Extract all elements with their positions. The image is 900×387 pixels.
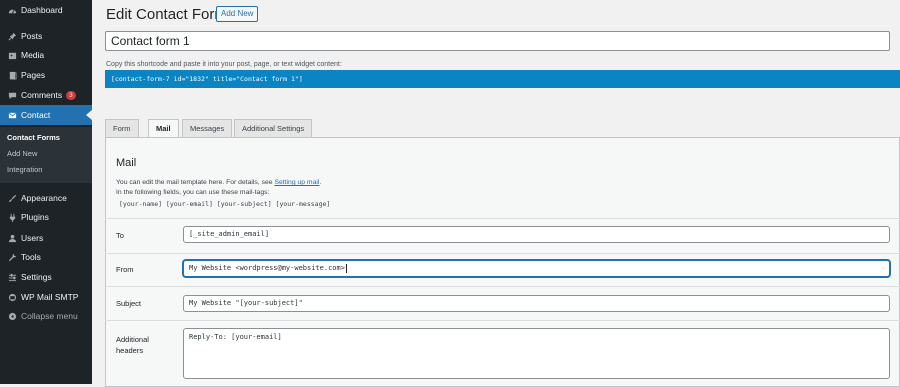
mail-tags-intro: In the following fields, you can use the… [116,189,270,196]
sidebar-collapse-menu[interactable]: Collapse menu [0,306,92,326]
settings-icon [4,273,20,282]
sidebar-item-label: Plugins [21,212,49,222]
collapse-icon [4,312,20,321]
user-icon [4,234,20,243]
sidebar-item-label: Appearance [21,193,67,203]
sidebar-item-label: WP Mail SMTP [21,292,79,302]
mail-description: You can edit the mail template here. For… [116,179,321,186]
mail-icon [4,111,20,120]
sidebar-item-plugins[interactable]: Plugins [0,207,92,227]
separator [105,253,900,254]
tab-mail[interactable]: Mail [148,119,179,138]
dashboard-icon [4,6,20,15]
setting-up-mail-link[interactable]: Setting up mail [274,179,319,186]
contact-submenu: Contact Forms Add New Integration [0,127,92,183]
mail-description-text: You can edit the mail template here. For… [116,179,275,186]
sidebar-item-label: Media [21,50,45,60]
comments-count-badge: 3 [66,90,76,100]
sidebar-item-dashboard[interactable]: Dashboard [0,0,92,20]
submenu-item-contact-forms[interactable]: Contact Forms [7,133,60,142]
to-label: To [116,231,124,240]
mail-tags-list: [your-name] [your-email] [your-subject] … [119,200,331,208]
additional-headers-label-line2: headers [116,346,144,355]
page-icon [4,71,20,80]
submenu-item-integration[interactable]: Integration [7,165,42,174]
sidebar-item-label: Posts [21,31,43,41]
sidebar-item-wp-mail-smtp[interactable]: WP Mail SMTP [0,287,92,307]
sidebar-item-media[interactable]: Media [0,45,92,65]
sidebar-item-label: Users [21,233,44,243]
to-field[interactable]: [_site_admin_email] [183,226,890,243]
sidebar-item-pages[interactable]: Pages [0,65,92,85]
tab-additional-settings[interactable]: Additional Settings [234,119,313,137]
separator [105,218,900,219]
sidebar-item-label: Settings [21,272,52,282]
pin-icon [4,32,20,41]
form-title-input[interactable]: Contact form 1 [105,31,890,51]
sidebar-item-label: Collapse menu [21,311,78,321]
tab-messages[interactable]: Messages [182,119,233,137]
tab-form[interactable]: Form [105,119,139,137]
brush-icon [4,194,20,203]
additional-headers-label-line1: Additional [116,335,149,344]
additional-headers-textarea[interactable]: Reply-To: [your-email] [183,328,890,379]
wrench-icon [4,253,20,262]
sidebar-item-label: Contact [21,110,51,120]
subject-field[interactable]: My Website "[your-subject]" [183,295,890,312]
submenu-item-add-new[interactable]: Add New [7,149,37,158]
sidebar-item-appearance[interactable]: Appearance [0,188,92,208]
shortcode-hint: Copy this shortcode and paste it into yo… [106,61,342,68]
media-icon [4,51,20,60]
subject-label: Subject [116,299,142,308]
from-field[interactable]: My Website <wordpress@my-website.com> [183,260,890,277]
plug-icon [4,213,20,222]
from-label: From [116,265,134,274]
separator [105,320,900,321]
comment-icon [4,91,20,100]
separator [105,286,900,287]
sidebar-item-label: Dashboard [21,5,63,15]
sidebar-item-label: Comments [21,90,63,100]
admin-sidebar: Dashboard Posts Media Pages Comments 3 C… [0,0,92,384]
shortcode-field[interactable]: [contact-form-7 id="1832" title="Contact… [105,70,900,88]
mail-heading: Mail [116,157,137,169]
sidebar-item-tools[interactable]: Tools [0,247,92,267]
smtp-icon [4,293,20,302]
mail-description-punct: . [319,179,322,186]
sidebar-item-users[interactable]: Users [0,228,92,248]
text-caret [345,263,347,273]
sidebar-item-posts[interactable]: Posts [0,26,92,46]
sidebar-item-settings[interactable]: Settings [0,267,92,287]
sidebar-item-label: Tools [21,252,41,262]
sidebar-item-label: Pages [21,70,46,80]
from-field-value: My Website <wordpress@my-website.com> [189,264,345,272]
add-new-button[interactable]: Add New [216,6,259,22]
sidebar-item-contact[interactable]: Contact [0,105,92,125]
page-title: Edit Contact Form [106,6,227,23]
sidebar-item-comments[interactable]: Comments 3 [0,85,92,105]
